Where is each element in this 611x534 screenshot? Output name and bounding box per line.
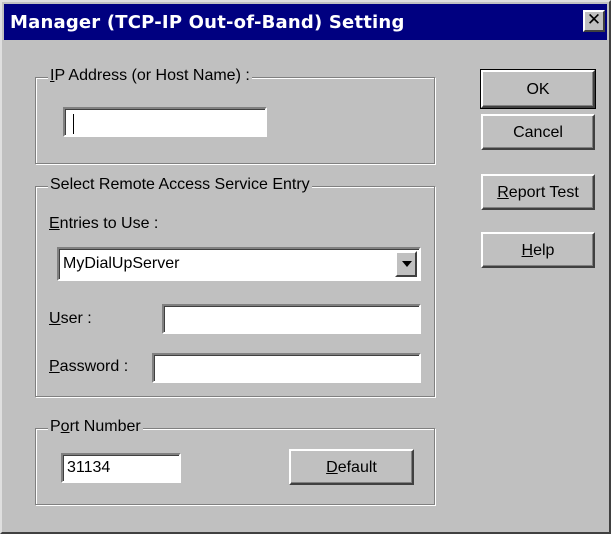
port-number-legend: Port Number (48, 418, 143, 436)
password-label: Password : (49, 358, 129, 375)
cancel-button[interactable]: Cancel (481, 114, 595, 150)
remote-access-legend: Select Remote Access Service Entry (48, 176, 312, 194)
port-number-group: Port Number 31134 Default (35, 418, 435, 505)
user-input[interactable] (162, 304, 421, 334)
dropdown-button[interactable] (395, 251, 417, 277)
ok-button[interactable]: OK (480, 69, 596, 109)
remote-access-group: Select Remote Access Service Entry Entri… (35, 176, 435, 397)
user-label: User : (49, 310, 92, 327)
ip-address-input[interactable] (63, 107, 267, 137)
entries-selected-value: MyDialUpServer (63, 255, 180, 272)
help-button[interactable]: Help (481, 232, 595, 268)
default-button[interactable]: Default (289, 449, 414, 485)
ip-address-group: IP Address (or Host Name) : (35, 67, 435, 164)
window-title: Manager (TCP-IP Out-of-Band) Setting (10, 12, 405, 33)
title-bar[interactable]: Manager (TCP-IP Out-of-Band) Setting ✕ (4, 4, 607, 40)
ip-address-legend: IP Address (or Host Name) : (48, 67, 252, 85)
password-input[interactable] (152, 353, 421, 383)
entries-to-use-label: Entries to Use : (49, 215, 159, 232)
report-test-button[interactable]: Report Test (481, 174, 595, 210)
port-number-input[interactable]: 31134 (61, 453, 181, 483)
dialog-window: Manager (TCP-IP Out-of-Band) Setting ✕ I… (0, 0, 611, 534)
close-icon: ✕ (586, 10, 602, 30)
text-caret (73, 114, 74, 134)
chevron-down-icon (402, 261, 412, 267)
entries-to-use-select[interactable]: MyDialUpServer (57, 247, 421, 281)
close-button[interactable]: ✕ (583, 10, 605, 32)
port-number-value: 31134 (67, 459, 111, 476)
